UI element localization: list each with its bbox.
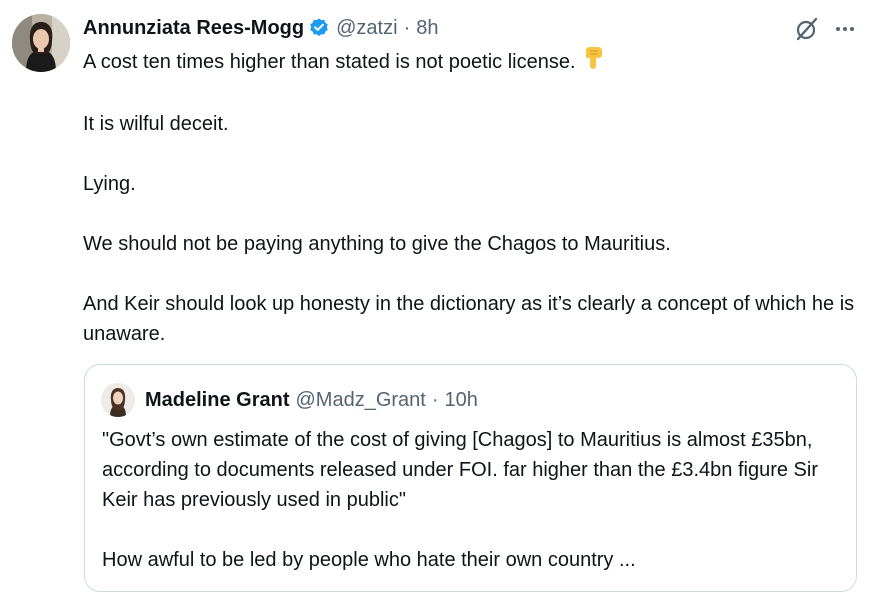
header-actions [794, 16, 856, 47]
quoted-handle[interactable]: @Madz_Grant [295, 389, 425, 412]
post-line-3: Lying. [83, 173, 136, 195]
author-handle[interactable]: @zatzi [336, 17, 397, 40]
quoted-display-name[interactable]: Madeline Grant [145, 389, 289, 412]
post-line-4: We should not be paying anything to give… [83, 233, 671, 255]
quoted-text: "Govt’s own estimate of the cost of givi… [102, 425, 842, 575]
quoted-time[interactable]: 10h [445, 389, 478, 412]
post-line-5: And Keir should look up honesty in the d… [83, 293, 855, 345]
author-display-name[interactable]: Annunziata Rees-Mogg [83, 17, 304, 40]
quoted-header: Madeline Grant @Madz_Grant · 10h [145, 385, 478, 415]
quoted-author-avatar-image [101, 383, 135, 417]
backhand-index-pointing-down-emoji [582, 46, 604, 79]
post-line-2: It is wilful deceit. [83, 113, 229, 135]
quoted-tweet[interactable]: Madeline Grant @Madz_Grant · 10h "Govt’s… [84, 364, 857, 592]
tweet-header: Annunziata Rees-Mogg @zatzi · 8h [83, 12, 438, 44]
post-line-1: A cost ten times higher than stated is n… [83, 46, 858, 79]
more-icon[interactable] [834, 18, 856, 45]
quoted-author-avatar[interactable] [101, 383, 135, 417]
author-avatar-image [12, 14, 70, 72]
post-time[interactable]: 8h [416, 17, 438, 40]
grok-icon[interactable] [794, 16, 820, 47]
quoted-separator: · [431, 388, 439, 411]
verified-badge-icon [308, 17, 330, 39]
header-separator: · [403, 16, 411, 39]
quoted-paragraph-2: How awful to be led by people who hate t… [102, 549, 636, 571]
post-line-1-text: A cost ten times higher than stated is n… [83, 50, 576, 73]
author-avatar[interactable] [12, 14, 70, 72]
tweet: Annunziata Rees-Mogg @zatzi · 8h A cost … [0, 0, 870, 607]
post-text: A cost ten times higher than stated is n… [83, 46, 858, 349]
quoted-paragraph-1: "Govt’s own estimate of the cost of givi… [102, 429, 818, 511]
